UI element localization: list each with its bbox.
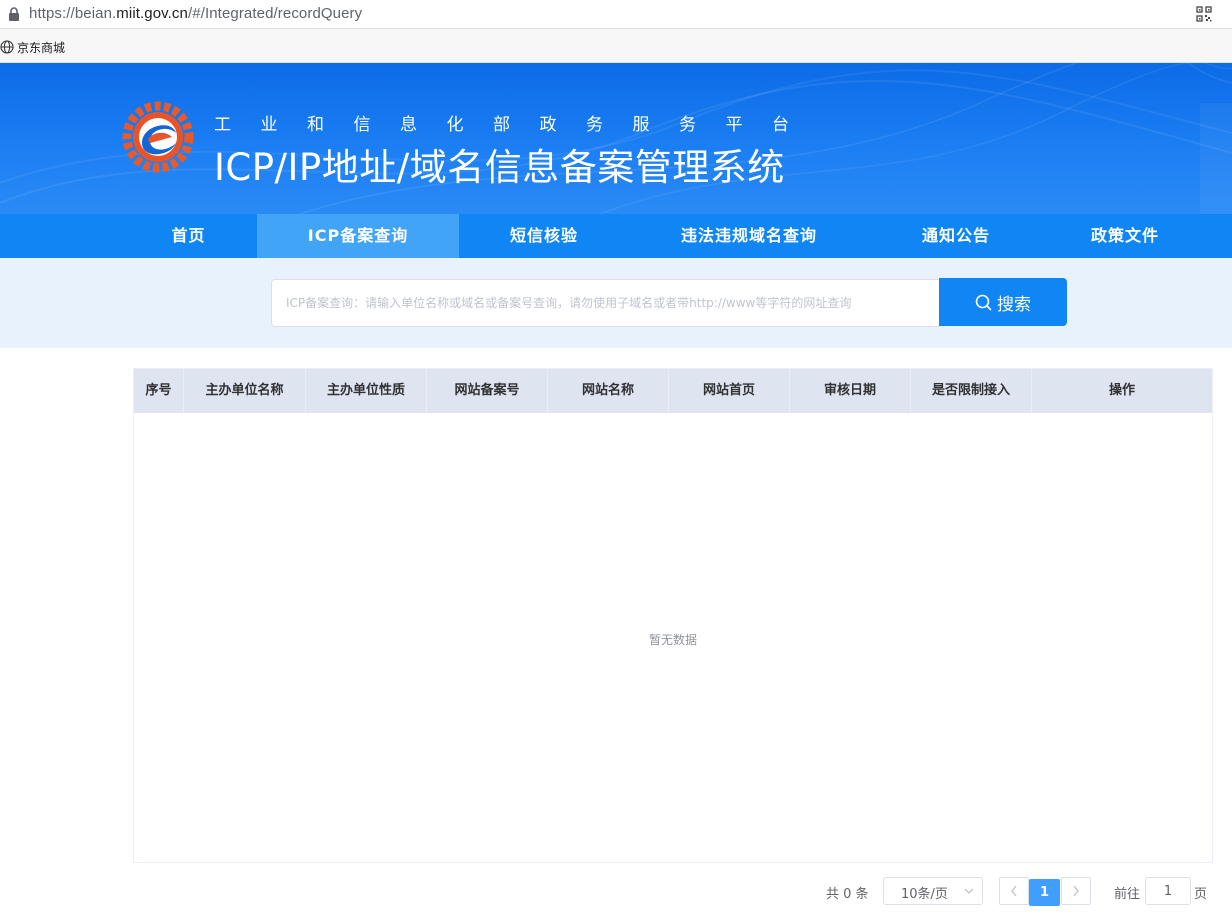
- goto-suffix: 页: [1194, 887, 1208, 902]
- column-header-audit-date: 审核日期: [790, 369, 911, 413]
- column-header-record-number: 网站备案号: [427, 369, 548, 413]
- nav-home[interactable]: 首页: [119, 214, 258, 258]
- column-header-index: 序号: [134, 369, 184, 413]
- pagination: 共 0 条 10条/页 1 前往 页: [0, 875, 1232, 907]
- nav-icp-query[interactable]: ICP备案查询: [257, 214, 459, 258]
- lock-icon: [9, 7, 19, 21]
- page-number-current[interactable]: 1: [1029, 879, 1060, 906]
- column-header-org-type: 主办单位性质: [306, 369, 427, 413]
- main-nav: 首页 ICP备案查询 短信核验 违法违规域名查询 通知公告 政策文件: [0, 214, 1232, 258]
- bookmark-jd[interactable]: 京东商城: [0, 38, 65, 56]
- total-count: 共 0 条: [826, 887, 869, 902]
- goto-label: 前往: [1114, 887, 1141, 902]
- page-size-value: 10条/页: [901, 887, 948, 902]
- nav-illegal-domain[interactable]: 违法违规域名查询: [629, 214, 869, 258]
- globe-icon: [0, 40, 14, 54]
- search-button-label: 搜索: [997, 294, 1031, 315]
- search-icon: [975, 294, 992, 310]
- banner-title: ICP/IP地址/域名信息备案管理系统: [214, 146, 785, 189]
- column-header-homepage: 网站首页: [669, 369, 790, 413]
- prev-page-button[interactable]: [999, 877, 1029, 905]
- empty-state-text: 暂无数据: [648, 633, 697, 647]
- url-domain: miit.gov.cn: [116, 5, 188, 22]
- results-table: 序号 主办单位名称 主办单位性质 网站备案号 网站名称 网站首页 审核日期 是否…: [133, 368, 1213, 863]
- goto-page-input[interactable]: [1145, 877, 1191, 905]
- nav-policy-docs[interactable]: 政策文件: [1043, 214, 1207, 258]
- search-button[interactable]: 搜索: [939, 278, 1067, 326]
- header-banner: 工业和信息化部政务服务平台 ICP/IP地址/域名信息备案管理系统: [0, 63, 1232, 214]
- bookmark-label: 京东商城: [17, 40, 66, 55]
- url-text[interactable]: https://beian.miit.gov.cn/#/Integrated/r…: [29, 5, 362, 22]
- browser-address-bar[interactable]: https://beian.miit.gov.cn/#/Integrated/r…: [0, 0, 1232, 29]
- qr-code-icon[interactable]: [1196, 6, 1212, 22]
- chevron-down-icon: [964, 888, 974, 894]
- table-header: 序号 主办单位名称 主办单位性质 网站备案号 网站名称 网站首页 审核日期 是否…: [134, 369, 1212, 413]
- chevron-left-icon: [1011, 885, 1017, 897]
- nav-sms-verify[interactable]: 短信核验: [459, 214, 629, 258]
- column-header-actions: 操作: [1108, 383, 1135, 398]
- column-header-org-name: 主办单位名称: [184, 369, 306, 413]
- search-section: 搜索: [0, 258, 1232, 348]
- column-header-site-name: 网站名称: [548, 369, 669, 413]
- nav-notices[interactable]: 通知公告: [869, 214, 1043, 258]
- url-prefix: https://beian.: [29, 5, 117, 22]
- banner-subtitle: 工业和信息化部政务服务平台: [214, 115, 819, 135]
- chevron-right-icon: [1073, 885, 1079, 897]
- emblem-logo: [122, 101, 194, 173]
- search-input[interactable]: [271, 279, 940, 327]
- page-size-select[interactable]: 10条/页: [883, 877, 983, 905]
- column-header-access-restricted: 是否限制接入: [911, 369, 1032, 413]
- bookmarks-bar: 京东商城: [0, 29, 1232, 63]
- next-page-button[interactable]: [1061, 877, 1091, 905]
- url-path: /#/Integrated/recordQuery: [187, 5, 363, 22]
